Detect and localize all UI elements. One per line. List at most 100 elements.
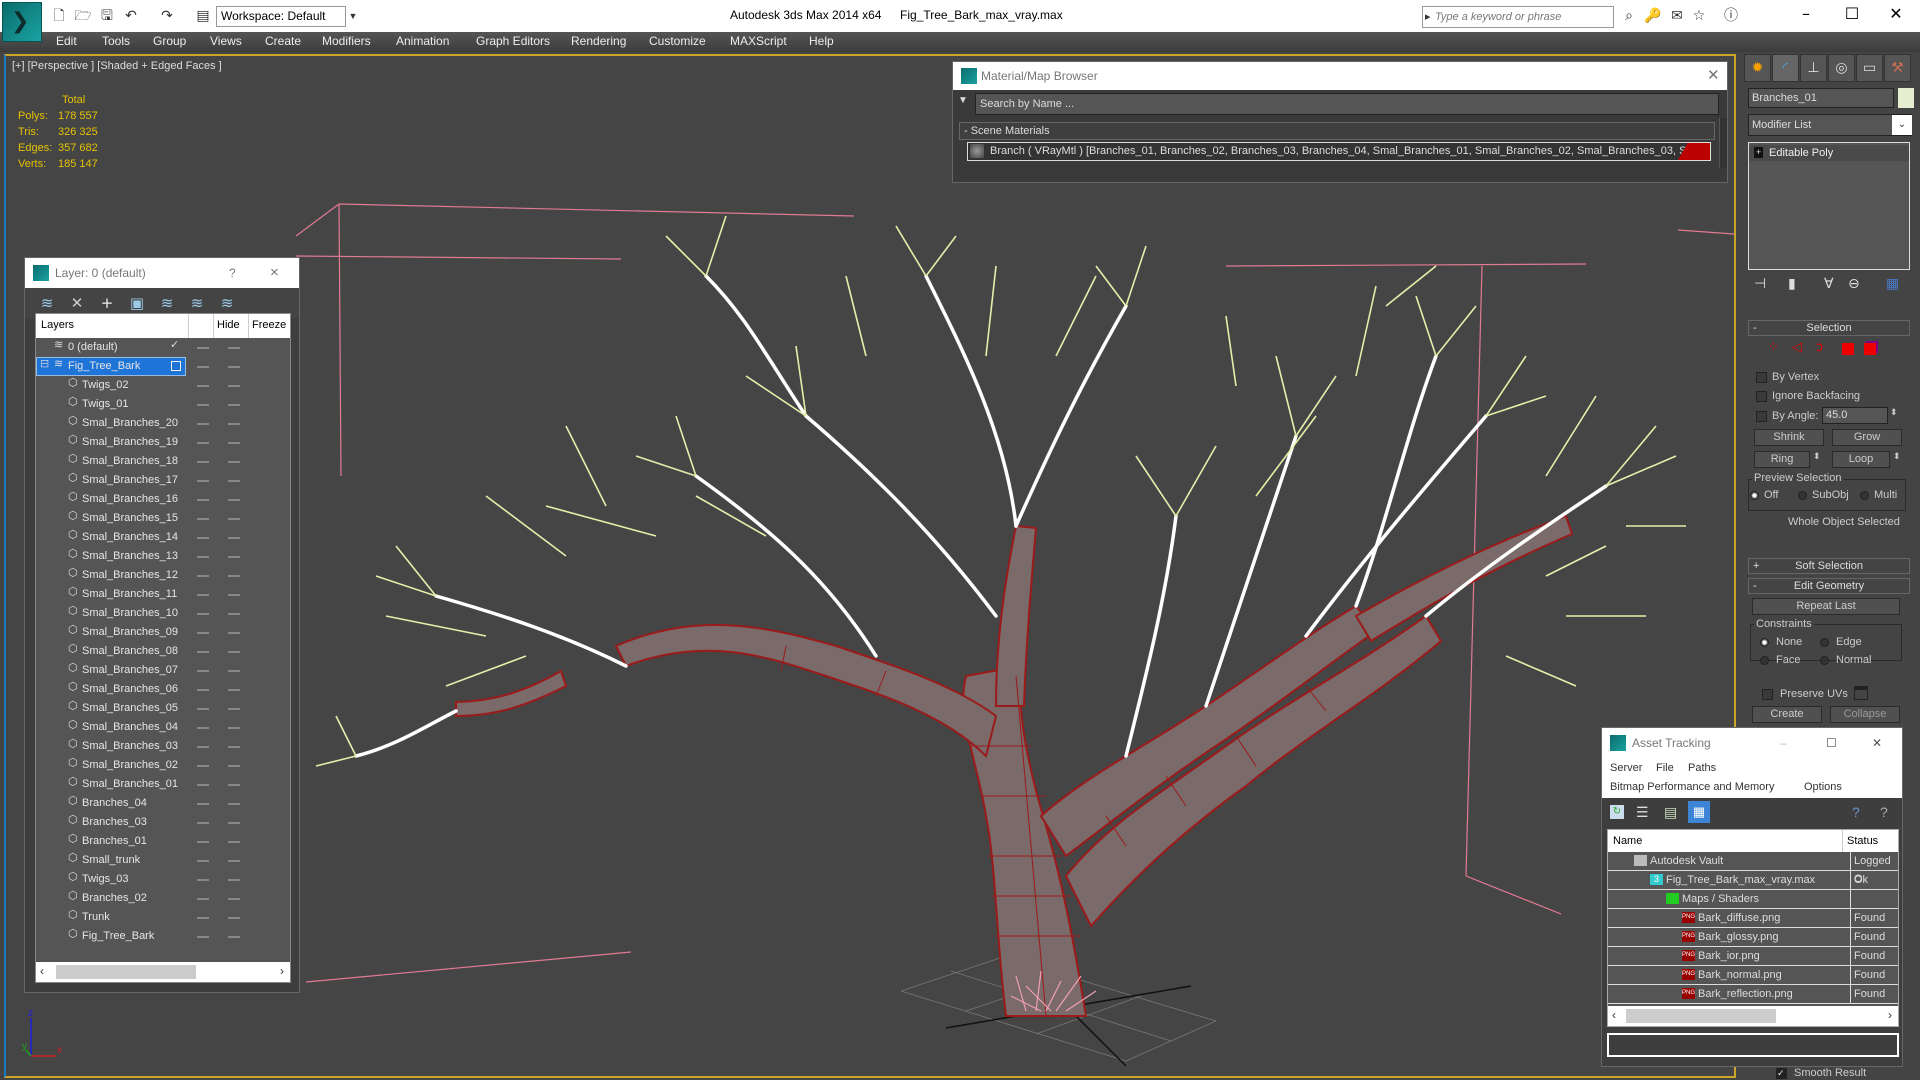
col-status[interactable]: Status xyxy=(1842,830,1878,852)
hide-toggle[interactable] xyxy=(197,917,209,919)
freeze-toggle[interactable] xyxy=(228,499,240,501)
col-name[interactable]: Name xyxy=(1613,830,1642,852)
table-view-icon[interactable]: ▦ xyxy=(1688,801,1710,823)
show-end-result-icon[interactable]: ▮ xyxy=(1788,276,1796,292)
menu-file[interactable]: File xyxy=(1656,762,1674,774)
material-search-input[interactable]: Search by Name ... xyxy=(975,93,1719,115)
scroll-right-icon[interactable]: › xyxy=(1888,1008,1892,1022)
material-browser-titlebar[interactable]: Material/Map Browser ✕ xyxy=(953,62,1727,90)
hide-toggle[interactable] xyxy=(197,537,209,539)
freeze-toggle[interactable] xyxy=(228,366,240,368)
freeze-toggle[interactable] xyxy=(228,556,240,558)
object-row[interactable]: ⬡ Trunk xyxy=(36,908,290,927)
freeze-toggle[interactable] xyxy=(228,879,240,881)
add-to-layer-icon[interactable]: + xyxy=(97,294,117,312)
asset-row[interactable]: Autodesk Vault Logged O xyxy=(1608,852,1898,885)
asset-path-field[interactable] xyxy=(1607,1033,1899,1057)
configure-modifier-sets-icon[interactable]: ▦ xyxy=(1886,276,1899,292)
object-row[interactable]: ⬡ Smal_Branches_11 xyxy=(36,585,290,604)
menu-group[interactable]: Group xyxy=(153,34,186,48)
freeze-toggle[interactable] xyxy=(228,746,240,748)
create-button[interactable]: Create xyxy=(1752,706,1822,723)
app-menu-button[interactable]: ❯ xyxy=(2,2,42,42)
close-button[interactable]: ✕ xyxy=(1707,62,1720,90)
scroll-right-icon[interactable]: › xyxy=(280,964,284,978)
asset-row[interactable]: 3 Fig_Tree_Bark_max_vray.max Ok xyxy=(1608,871,1898,890)
remove-modifier-icon[interactable]: ⊖ xyxy=(1848,276,1860,292)
border-mode-icon[interactable]: ↄ xyxy=(1816,340,1823,355)
collapse-button[interactable]: Collapse xyxy=(1830,706,1900,723)
motion-tab-icon[interactable]: ◎ xyxy=(1828,54,1855,82)
chevron-down-icon[interactable]: ▼ xyxy=(346,6,360,27)
element-mode-icon[interactable] xyxy=(1864,343,1876,355)
tree-view-icon[interactable]: ▤ xyxy=(1664,804,1677,821)
redo-icon[interactable]: ↷ xyxy=(158,8,176,24)
menu-help[interactable]: Help xyxy=(809,34,834,48)
utilities-tab-icon[interactable]: ⚒ xyxy=(1884,54,1911,82)
freeze-toggle[interactable] xyxy=(228,404,240,406)
vertical-scrollbar[interactable] xyxy=(1719,118,1727,168)
scroll-thumb[interactable] xyxy=(56,965,196,979)
hide-toggle[interactable] xyxy=(197,879,209,881)
smooth-result-checkbox[interactable]: ✓ xyxy=(1776,1068,1787,1079)
maximize-button[interactable]: ☐ xyxy=(1832,4,1872,28)
edit-geometry-rollout-header[interactable]: - Edit Geometry xyxy=(1748,578,1910,594)
create-layer-icon[interactable]: ≋ xyxy=(37,294,57,312)
make-current-checkbox[interactable] xyxy=(171,361,181,371)
hide-toggle[interactable] xyxy=(197,442,209,444)
hide-toggle[interactable] xyxy=(197,936,209,938)
constraint-face-radio[interactable] xyxy=(1760,656,1769,665)
horizontal-scrollbar[interactable]: ‹ › xyxy=(1608,1006,1898,1026)
freeze-toggle[interactable] xyxy=(228,385,240,387)
object-row[interactable]: ⬡ Smal_Branches_20 xyxy=(36,414,290,433)
hide-toggle[interactable] xyxy=(197,347,209,349)
hide-toggle[interactable] xyxy=(197,404,209,406)
menu-maxscript[interactable]: MAXScript xyxy=(730,34,787,48)
by-vertex-checkbox[interactable] xyxy=(1756,372,1767,383)
object-row[interactable]: ⬡ Twigs_01 xyxy=(36,395,290,414)
object-row[interactable]: ⬡ Fig_Tree_Bark xyxy=(36,927,290,946)
object-row[interactable]: ⬡ Smal_Branches_18 xyxy=(36,452,290,471)
asset-row[interactable]: PNG Bark_normal.png Found xyxy=(1608,966,1898,985)
layer-row[interactable]: ⊟ ≋ Fig_Tree_Bark xyxy=(36,357,290,376)
modify-tab-icon[interactable]: ◜ xyxy=(1772,54,1799,82)
menu-tools[interactable]: Tools xyxy=(102,34,130,48)
menu-animation[interactable]: Animation xyxy=(396,34,449,48)
ring-button[interactable]: Ring xyxy=(1754,451,1810,468)
hide-toggle[interactable] xyxy=(197,480,209,482)
object-row[interactable]: ⬡ Smal_Branches_05 xyxy=(36,699,290,718)
scroll-thumb[interactable] xyxy=(1626,1009,1776,1023)
help-button[interactable]: ? xyxy=(229,258,236,288)
help-icon[interactable]: ⓘ xyxy=(1722,8,1740,24)
freeze-toggle[interactable] xyxy=(228,347,240,349)
freeze-toggle[interactable] xyxy=(228,689,240,691)
layer-manager-titlebar[interactable]: Layer: 0 (default) ? × xyxy=(25,258,299,288)
vault-help-icon[interactable]: ? xyxy=(1852,804,1860,820)
hide-toggle[interactable] xyxy=(197,670,209,672)
shrink-button[interactable]: Shrink xyxy=(1754,429,1824,446)
hierarchy-tab-icon[interactable]: ⊥ xyxy=(1800,54,1827,82)
scroll-left-icon[interactable]: ‹ xyxy=(40,964,44,978)
save-icon[interactable]: 🖫 xyxy=(98,8,116,24)
layer-properties-icon[interactable]: ≋ xyxy=(217,294,237,312)
hide-toggle[interactable] xyxy=(197,632,209,634)
help-icon[interactable]: ? xyxy=(1880,804,1888,820)
preview-subobj-radio[interactable] xyxy=(1798,491,1807,500)
object-row[interactable]: ⬡ Smal_Branches_04 xyxy=(36,718,290,737)
object-row[interactable]: ⬡ Smal_Branches_16 xyxy=(36,490,290,509)
object-color-swatch[interactable] xyxy=(1898,88,1914,108)
hide-toggle[interactable] xyxy=(197,499,209,501)
hide-toggle[interactable] xyxy=(197,366,209,368)
display-tab-icon[interactable]: ▭ xyxy=(1856,54,1883,82)
constraint-normal-radio[interactable] xyxy=(1820,656,1829,665)
new-file-icon[interactable]: 🗋 xyxy=(50,8,68,24)
delete-layer-icon[interactable]: ✕ xyxy=(67,294,87,312)
menu-options[interactable]: Options xyxy=(1804,781,1842,793)
hide-toggle[interactable] xyxy=(197,594,209,596)
object-row[interactable]: ⬡ Smal_Branches_12 xyxy=(36,566,290,585)
object-name-field[interactable]: Branches_01 xyxy=(1748,88,1894,108)
freeze-toggle[interactable] xyxy=(228,423,240,425)
col-freeze[interactable]: Freeze xyxy=(252,319,286,331)
hide-toggle[interactable] xyxy=(197,556,209,558)
freeze-toggle[interactable] xyxy=(228,765,240,767)
